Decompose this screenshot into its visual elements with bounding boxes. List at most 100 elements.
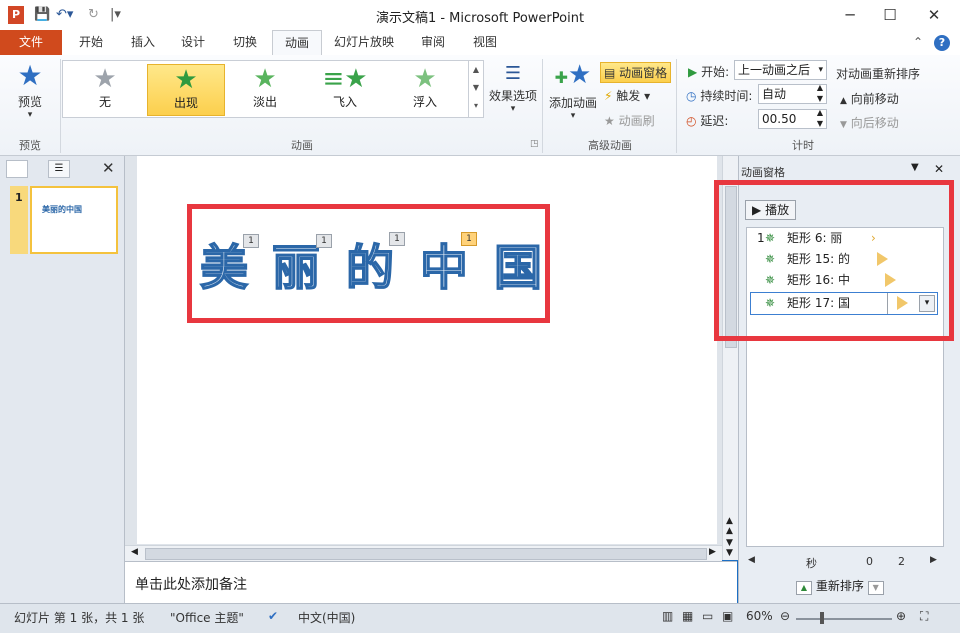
pane-close-icon[interactable]: ✕ xyxy=(934,162,944,176)
reorder-down-icon[interactable]: ▼ xyxy=(867,581,884,595)
play-small-icon: ▶ xyxy=(688,65,698,79)
scroll-right-icon[interactable]: ▶ xyxy=(930,555,937,565)
slide-vertical-scrollbar[interactable]: ▲ ▲ ▼ ▼ xyxy=(722,156,738,560)
normal-view-icon[interactable]: ▥ xyxy=(662,609,673,623)
slides-tab[interactable] xyxy=(6,160,28,178)
slide-word-2[interactable]: 丽 xyxy=(271,228,321,298)
close-panel-icon[interactable]: ✕ xyxy=(102,159,115,177)
slide-horizontal-scrollbar[interactable]: ◀ ▶ xyxy=(125,545,722,561)
dialog-launcher-icon[interactable]: ◳ xyxy=(530,139,539,149)
animation-order-badge[interactable]: 1 xyxy=(316,234,332,248)
slide-word-1[interactable]: 美 xyxy=(199,228,249,298)
zoom-in-icon[interactable]: ⊕ xyxy=(896,609,906,623)
help-icon[interactable]: ? xyxy=(932,30,952,55)
spinner-icon[interactable]: ▲ ▼ xyxy=(817,82,823,104)
timeline-bar-icon xyxy=(885,273,896,287)
timeline-marker-icon: › xyxy=(871,231,876,245)
tab-slideshow[interactable]: 幻灯片放映 xyxy=(326,30,402,55)
next-slide-icon[interactable]: ▼ ▼ xyxy=(726,538,733,558)
timeline-bar-icon xyxy=(897,296,908,310)
animation-order-badge[interactable]: 1 xyxy=(389,232,405,246)
clock-icon: ◷ xyxy=(686,89,697,103)
animation-item[interactable]: ✵ 矩形 15: 的 xyxy=(747,249,943,270)
preview-button[interactable]: ★ 预览 ▾ xyxy=(10,59,50,120)
duration-field[interactable]: 自动 ▲ ▼ xyxy=(758,82,827,104)
title-bar: P 💾 ↶▾ ↻ |▾ 演示文稿1 - Microsoft PowerPoint… xyxy=(0,0,960,31)
group-divider xyxy=(676,59,677,153)
theme-name: "Office 主题" xyxy=(170,611,244,625)
timeline-divider xyxy=(887,293,888,314)
spellcheck-icon[interactable]: ✔ xyxy=(268,609,278,623)
group-label-advanced: 高级动画 xyxy=(588,139,632,152)
zoom-out-icon[interactable]: ⊖ xyxy=(780,609,790,623)
delay-field[interactable]: 00.50 ▲ ▼ xyxy=(758,107,827,129)
animation-appear[interactable]: ★ 出现 xyxy=(147,64,225,116)
reorder-up-icon[interactable]: ▲ xyxy=(796,581,812,595)
notes-pane[interactable]: 单击此处添加备注 xyxy=(125,561,737,604)
slide-thumbnail[interactable]: 美丽的中国 xyxy=(30,186,118,254)
star-green-icon: ★ xyxy=(174,65,198,95)
reading-view-icon[interactable]: ▭ xyxy=(702,609,713,623)
trigger-button[interactable]: ⚡ 触发 ▾ xyxy=(604,87,650,104)
scroll-right-icon[interactable]: ▶ xyxy=(709,547,716,557)
timeline-ruler[interactable]: ◀ 秒 0 2 ▶ xyxy=(746,555,942,571)
outline-tab[interactable]: ☰ xyxy=(48,160,70,178)
group-label-preview: 预览 xyxy=(19,139,41,152)
star-floatin-icon: ★ xyxy=(413,64,437,94)
tab-home[interactable]: 开始 xyxy=(68,30,114,55)
animation-item-selected[interactable]: ✵ 矩形 17: 国 ▾ xyxy=(750,292,938,315)
animation-painter-button[interactable]: ★ 动画刷 xyxy=(604,112,655,129)
animation-item[interactable]: 1 ✵ 矩形 6: 丽 › xyxy=(747,228,943,249)
animation-order-badge-selected[interactable]: 1 xyxy=(461,232,477,246)
effect-options-button[interactable]: ☰ 效果选项 ▾ xyxy=(488,61,538,114)
slide-sorter-icon[interactable]: ▦ xyxy=(682,609,693,623)
slide-word-5[interactable]: 国 xyxy=(493,228,543,298)
animation-order-badge[interactable]: 1 xyxy=(243,234,259,248)
animation-fly-in[interactable]: ≡★ 飞入 xyxy=(307,64,383,114)
animation-gallery: ★ 无 ★ 出现 ★ 淡出 ≡★ 飞入 ★ 浮入 ▲ ▼ ▾ xyxy=(62,60,484,118)
tab-transitions[interactable]: 切换 xyxy=(222,30,268,55)
gallery-scroll[interactable]: ▲ ▼ ▾ xyxy=(468,61,483,117)
chevron-down-icon: ▾ xyxy=(818,65,823,75)
tab-design[interactable]: 设计 xyxy=(170,30,216,55)
add-animation-button[interactable]: ✚★ 添加动画 ▾ xyxy=(548,59,598,121)
slide-canvas[interactable] xyxy=(137,156,717,544)
play-button[interactable]: ▶ 播放 xyxy=(745,200,797,220)
language[interactable]: 中文(中国) xyxy=(298,609,355,626)
animation-item[interactable]: ✵ 矩形 16: 中 xyxy=(747,270,943,291)
item-dropdown-icon[interactable]: ▾ xyxy=(919,295,935,312)
tab-animations[interactable]: 动画 xyxy=(272,30,322,56)
scroll-left-icon[interactable]: ◀ xyxy=(131,547,138,557)
minimize-button[interactable]: ─ xyxy=(828,0,872,30)
animation-pane-button[interactable]: ▤ 动画窗格 xyxy=(600,62,672,83)
spinner-icon[interactable]: ▲ ▼ xyxy=(817,107,823,129)
minimize-ribbon-icon[interactable]: ⌃ xyxy=(908,30,928,55)
tab-review[interactable]: 审阅 xyxy=(410,30,456,55)
move-earlier-button[interactable]: ▲ 向前移动 xyxy=(840,90,899,107)
start-select[interactable]: 上一动画之后 ▾ xyxy=(734,60,827,80)
slide-number-strip: 1 xyxy=(10,186,28,254)
scroll-left-icon[interactable]: ◀ xyxy=(748,555,755,565)
tab-view[interactable]: 视图 xyxy=(462,30,508,55)
animation-float-in[interactable]: ★ 浮入 xyxy=(387,64,463,114)
pane-options-icon[interactable]: ▼ xyxy=(911,162,919,173)
zoom-slider[interactable] xyxy=(796,618,892,620)
animation-none[interactable]: ★ 无 xyxy=(67,64,143,114)
move-later-button[interactable]: ▼ 向后移动 xyxy=(840,114,899,131)
maximize-button[interactable]: ☐ xyxy=(868,0,912,30)
zoom-level[interactable]: 60% xyxy=(746,609,773,623)
star-effect-icon: ✵ xyxy=(765,231,776,245)
scroll-thumb[interactable] xyxy=(725,186,737,348)
slideshow-view-icon[interactable]: ▣ xyxy=(722,609,733,623)
fit-to-window-icon[interactable]: ⛶ xyxy=(920,609,928,624)
scroll-thumb[interactable] xyxy=(145,548,707,560)
slide-count: 幻灯片 第 1 张，共 1 张 xyxy=(14,611,145,625)
animation-fade[interactable]: ★ 淡出 xyxy=(227,64,303,114)
triangle-down-icon: ▼ xyxy=(840,120,847,130)
tab-file[interactable]: 文件 xyxy=(0,30,62,55)
close-button[interactable]: ✕ xyxy=(912,0,956,30)
slide-word-3[interactable]: 的 xyxy=(345,228,395,298)
zoom-slider-thumb[interactable] xyxy=(820,612,824,624)
tab-insert[interactable]: 插入 xyxy=(120,30,166,55)
prev-slide-icon[interactable]: ▲ ▲ xyxy=(726,516,733,536)
